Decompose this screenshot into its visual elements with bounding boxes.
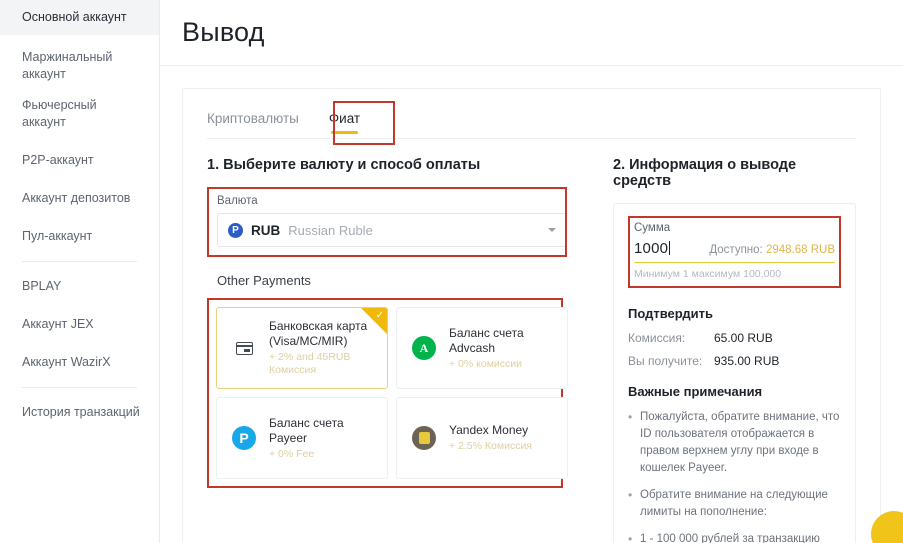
payeer-icon: P [229,423,259,453]
payment-card-fee: + 2.5% Комиссия [449,440,532,452]
payment-card-fee: + 0% комиссии [449,357,523,370]
tab-label: Фиат [328,111,361,126]
sidebar-item-label: Пул-аккаунт [22,229,93,243]
withdraw-info-card: Сумма 1000 Доступно: 2948.68 RUB Минимум… [613,203,856,543]
sidebar-item-pool-account[interactable]: Пул-аккаунт [0,221,159,252]
other-payments-label: Other Payments [217,273,311,288]
payment-card-name: Баланс счета Payeer [269,415,344,445]
sidebar-item-label: Аккаунт депозитов [22,191,131,205]
chevron-down-icon[interactable] [548,228,556,232]
amount-hint: Минимум 1 максимум 100,000 [634,268,782,280]
amount-input-row[interactable]: 1000 Доступно: 2948.68 RUB [634,240,835,263]
step-2-title: 2. Информация о выводе средств [613,157,797,189]
available-balance: Доступно: 2948.68 RUB [709,244,835,256]
receive-row: Вы получите: 935.00 RUB [628,354,841,368]
currency-name: Russian Ruble [288,222,373,238]
currency-select[interactable]: P RUB Russian Ruble [217,213,567,247]
available-value: 2948.68 RUB [765,244,835,256]
payment-card-advcash[interactable]: A Баланс счета Advcash + 0% комиссии [396,307,568,389]
fee-label: Комиссия: [628,331,686,345]
page-title: Вывод [182,17,265,47]
columns: 1. Выберите валюту и способ оплаты Валют… [207,139,856,543]
currency-label: Валюта [217,195,258,207]
sidebar-item-jex-account[interactable]: Аккаунт JEX [0,309,159,340]
yandex-money-icon [409,423,439,453]
sidebar-item-label: BPLAY [22,279,62,293]
notes-title: Важные примечания [628,384,763,399]
amount-label: Сумма [634,222,671,234]
main-content: Вывод Криптовалюты Фиат 1. Выберите валю… [160,0,903,543]
sidebar-item-label: Аккаунт WazirX [22,355,111,369]
withdraw-page: Основной аккаунт Маржинальный аккаунт Фь… [0,0,903,543]
note-item: • Обратите внимание на следующие лимиты … [628,487,841,521]
sidebar-item-margin-account[interactable]: Маржинальный аккаунт [0,42,159,90]
tab-crypto[interactable]: Криптовалюты [207,111,303,138]
sidebar-divider [22,261,137,262]
fee-value: 65.00 RUB [714,331,773,345]
advcash-icon: A [409,333,439,363]
receive-value: 935.00 RUB [714,354,780,368]
amount-input[interactable]: 1000 [634,240,670,257]
tab-label: Криптовалюты [207,111,299,126]
payment-method-grid: Банковская карта (Visa/MC/MIR) + 2% and … [212,303,572,483]
currency-code: RUB [251,222,281,238]
tab-bar: Криптовалюты Фиат [207,101,856,145]
amount-field-region: Сумма 1000 Доступно: 2948.68 RUB Минимум… [628,216,841,288]
note-item: • Пожалуйста, обратите внимание, что ID … [628,409,841,477]
payeer-coin-icon: P [228,222,243,238]
sidebar-divider [22,387,137,388]
payment-card-bank-card[interactable]: Банковская карта (Visa/MC/MIR) + 2% and … [216,307,388,389]
sidebar-item-label: Фьючерсный аккаунт [22,98,97,129]
right-column: 2. Информация о выводе средств Сумма 100… [577,157,856,543]
sidebar-item-label: Основной аккаунт [22,10,127,24]
page-header: Вывод [160,0,903,66]
check-icon: ✓ [375,310,384,321]
bullet-icon: • [628,410,633,424]
tab-fiat[interactable]: Фиат [329,111,364,138]
payment-cards-region: Банковская карта (Visa/MC/MIR) + 2% and … [207,298,577,488]
credit-card-icon [229,333,259,363]
sidebar-item-transaction-history[interactable]: История транзакций [0,397,159,428]
payment-card-fee: + 0% Fee [269,447,315,460]
sidebar-item-label: Аккаунт JEX [22,317,94,331]
payment-card-payeer[interactable]: P Баланс счета Payeer + 0% Fee [216,397,388,479]
sidebar-item-futures-account[interactable]: Фьючерсный аккаунт [0,90,159,138]
sidebar-item-label: Маржинальный аккаунт [22,50,113,81]
sidebar-item-main-account[interactable]: Основной аккаунт [0,0,159,35]
sidebar-item-bplay[interactable]: BPLAY [0,271,159,302]
note-text: Обратите внимание на следующие лимиты на… [640,489,828,518]
currency-block: Валюта P RUB Russian Ruble [207,187,577,257]
bullet-icon: • [628,532,633,543]
payment-card-name: Баланс счета Advcash [449,325,524,355]
receive-label: Вы получите: [628,354,703,368]
note-item: • 1 - 100 000 рублей за транзакцию [628,531,841,543]
step-1-title: 1. Выберите валюту и способ оплаты [207,157,481,173]
note-text: 1 - 100 000 рублей за транзакцию [640,533,820,543]
sidebar-item-deposit-account[interactable]: Аккаунт депозитов [0,183,159,214]
sidebar-item-label: История транзакций [22,405,140,419]
sidebar-item-label: P2P-аккаунт [22,153,94,167]
sidebar-item-wazirx-account[interactable]: Аккаунт WazirX [0,347,159,378]
sidebar: Основной аккаунт Маржинальный аккаунт Фь… [0,0,160,543]
confirm-title: Подтвердить [628,306,714,321]
fee-row: Комиссия: 65.00 RUB [628,331,841,345]
withdraw-panel: Криптовалюты Фиат 1. Выберите валюту и с… [182,88,881,543]
note-text: Пожалуйста, обратите внимание, что ID по… [640,411,840,474]
panel-wrapper: Криптовалюты Фиат 1. Выберите валюту и с… [160,66,903,543]
available-label: Доступно: [709,244,763,256]
payment-card-name: Yandex Money [449,423,529,437]
tab-active-indicator [330,131,359,134]
payment-card-fee: + 2% and 45RUB Комиссия [269,351,351,376]
bullet-icon: • [628,488,633,502]
payment-card-yandex-money[interactable]: Yandex Money + 2.5% Комиссия [396,397,568,479]
left-column: 1. Выберите валюту и способ оплаты Валют… [207,157,577,543]
sidebar-item-p2p-account[interactable]: P2P-аккаунт [0,145,159,176]
